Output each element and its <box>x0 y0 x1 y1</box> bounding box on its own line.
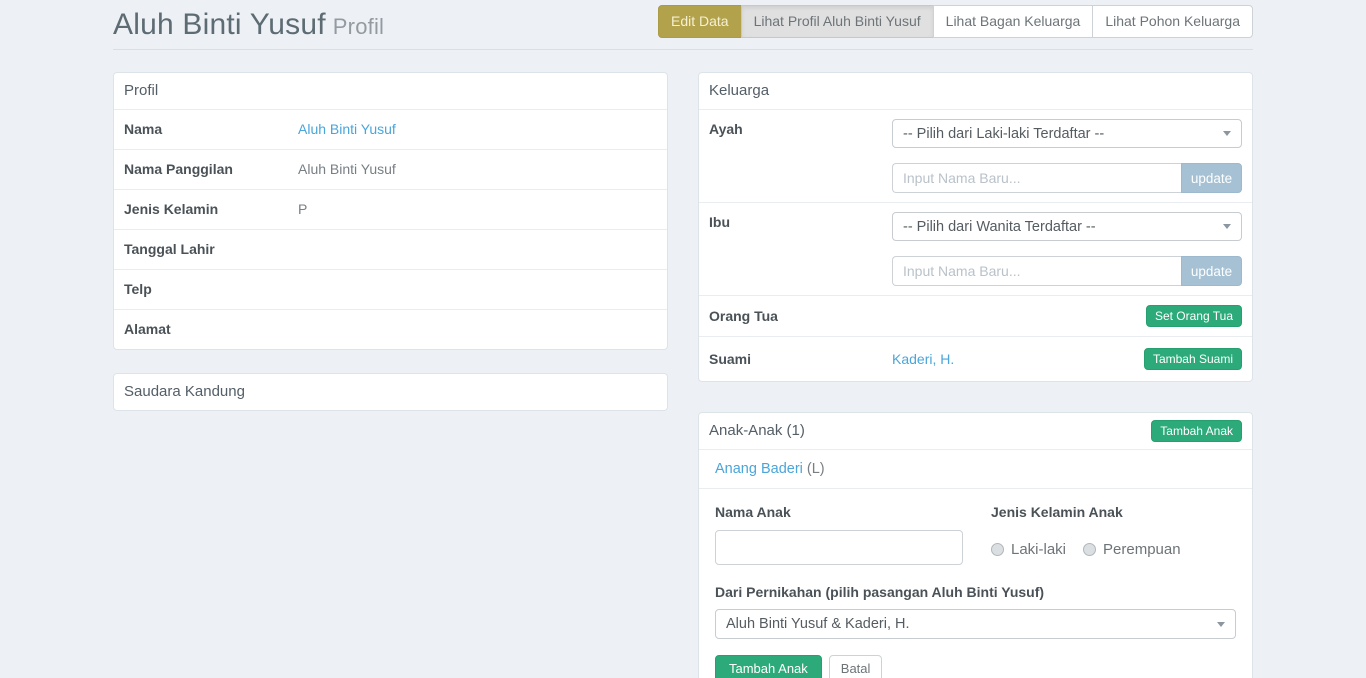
chevron-down-icon <box>1223 131 1231 136</box>
main-container: Aluh Binti Yusuf Profil Edit Data Lihat P… <box>113 0 1253 678</box>
pernikahan-select[interactable]: Aluh Binti Yusuf & Kaderi, H. <box>715 609 1236 639</box>
page-subtitle: Profil <box>333 14 384 39</box>
ibu-select-value: -- Pilih dari Wanita Terdaftar -- <box>903 219 1096 235</box>
person-name: Aluh Binti Yusuf <box>113 8 326 41</box>
profil-panel-title: Profil <box>114 73 667 109</box>
saudara-kandung-title: Saudara Kandung <box>114 374 667 410</box>
profile-row-jenis-kelamin: Jenis Kelamin P <box>114 189 667 229</box>
page-header: Aluh Binti Yusuf Profil Edit Data Lihat P… <box>113 0 1253 42</box>
left-column: Profil Nama Aluh Binti Yusuf Nama Panggi… <box>113 72 668 434</box>
row-value: Aluh Binti Yusuf <box>298 160 657 179</box>
profile-row-nama-panggilan: Nama Panggilan Aluh Binti Yusuf <box>114 149 667 189</box>
child-link[interactable]: Anang Baderi <box>715 461 803 477</box>
child-list-item: Anang Baderi (L) <box>699 449 1252 488</box>
header-divider <box>113 49 1253 50</box>
row-label: Nama Panggilan <box>124 160 298 179</box>
ibu-update-button[interactable]: update <box>1181 256 1242 286</box>
chevron-down-icon <box>1223 224 1231 229</box>
row-label: Jenis Kelamin <box>124 200 298 219</box>
jenis-kelamin-anak-label: Jenis Kelamin Anak <box>991 504 1236 521</box>
ayah-select[interactable]: -- Pilih dari Laki-laki Terdaftar -- <box>892 119 1242 148</box>
orang-tua-label: Orang Tua <box>709 307 892 326</box>
nama-link[interactable]: Aluh Binti Yusuf <box>298 121 396 137</box>
ibu-row: Ibu -- Pilih dari Wanita Terdaftar -- up… <box>699 202 1252 295</box>
row-label: Alamat <box>124 320 298 339</box>
set-orang-tua-button[interactable]: Set Orang Tua <box>1146 305 1242 327</box>
nama-anak-input[interactable] <box>715 530 963 565</box>
tambah-anak-header-button[interactable]: Tambah Anak <box>1151 420 1242 442</box>
ibu-label: Ibu <box>709 212 892 286</box>
keluarga-panel-title: Keluarga <box>699 73 1252 109</box>
anak-anak-panel-header: Anak-Anak (1) Tambah Anak <box>699 413 1252 449</box>
anak-anak-title: Anak-Anak (1) <box>709 422 805 440</box>
view-family-tree-button[interactable]: Lihat Pohon Keluarga <box>1092 5 1253 38</box>
suami-link[interactable]: Kaderi, H. <box>892 351 954 367</box>
row-value <box>298 320 657 339</box>
ayah-select-value: -- Pilih dari Laki-laki Terdaftar -- <box>903 126 1104 142</box>
profile-row-nama: Nama Aluh Binti Yusuf <box>114 109 667 149</box>
row-label: Telp <box>124 280 298 299</box>
profil-panel: Profil Nama Aluh Binti Yusuf Nama Panggi… <box>113 72 668 350</box>
radio-perempuan-label: Perempuan <box>1103 541 1181 558</box>
radio-perempuan[interactable] <box>1083 543 1096 556</box>
orang-tua-row: Orang Tua Set Orang Tua <box>699 295 1252 336</box>
ayah-label: Ayah <box>709 119 892 193</box>
ayah-name-input[interactable] <box>892 163 1181 193</box>
ibu-select[interactable]: -- Pilih dari Wanita Terdaftar -- <box>892 212 1242 241</box>
child-gender-suffix: (L) <box>803 461 825 477</box>
row-label: Nama <box>124 120 298 139</box>
keluarga-panel: Keluarga Ayah -- Pilih dari Laki-laki Te… <box>698 72 1253 382</box>
form-actions: Tambah Anak Batal <box>715 655 1236 678</box>
ibu-input-group: update <box>892 256 1242 286</box>
batal-button[interactable]: Batal <box>829 655 883 678</box>
radio-laki-laki[interactable] <box>991 543 1004 556</box>
ibu-name-input[interactable] <box>892 256 1181 286</box>
anak-anak-panel: Anak-Anak (1) Tambah Anak Anang Baderi (… <box>698 412 1253 678</box>
content-row: Profil Nama Aluh Binti Yusuf Nama Panggi… <box>113 72 1253 678</box>
dari-pernikahan-label: Dari Pernikahan (pilih pasangan Aluh Bin… <box>715 584 1236 601</box>
ayah-row: Ayah -- Pilih dari Laki-laki Terdaftar -… <box>699 109 1252 202</box>
add-child-form: Nama Anak Jenis Kelamin Anak Laki-laki P… <box>699 488 1252 678</box>
view-switcher: Edit Data Lihat Profil Aluh Binti Yusuf … <box>658 5 1253 38</box>
suami-label: Suami <box>709 350 892 369</box>
profile-row-telp: Telp <box>114 269 667 309</box>
gender-radio-row: Laki-laki Perempuan <box>991 541 1236 558</box>
ayah-update-button[interactable]: update <box>1181 163 1242 193</box>
tambah-anak-submit-button[interactable]: Tambah Anak <box>715 655 822 678</box>
row-value <box>298 240 657 259</box>
radio-laki-laki-label: Laki-laki <box>1011 541 1066 558</box>
nama-anak-label: Nama Anak <box>715 504 963 521</box>
suami-row: Suami Kaderi, H. Tambah Suami <box>699 336 1252 381</box>
profile-row-tanggal-lahir: Tanggal Lahir <box>114 229 667 269</box>
chevron-down-icon <box>1217 622 1225 627</box>
view-family-chart-button[interactable]: Lihat Bagan Keluarga <box>933 5 1094 38</box>
row-label: Tanggal Lahir <box>124 240 298 259</box>
page-title: Aluh Binti Yusuf Profil <box>113 8 384 42</box>
view-profile-button[interactable]: Lihat Profil Aluh Binti Yusuf <box>741 5 934 38</box>
saudara-kandung-panel: Saudara Kandung <box>113 373 668 411</box>
row-value: P <box>298 200 657 219</box>
profile-row-alamat: Alamat <box>114 309 667 349</box>
tambah-suami-button[interactable]: Tambah Suami <box>1144 348 1242 370</box>
edit-data-button[interactable]: Edit Data <box>658 5 742 38</box>
pernikahan-select-value: Aluh Binti Yusuf & Kaderi, H. <box>726 616 910 632</box>
row-value <box>298 280 657 299</box>
ayah-input-group: update <box>892 163 1242 193</box>
right-column: Keluarga Ayah -- Pilih dari Laki-laki Te… <box>698 72 1253 678</box>
